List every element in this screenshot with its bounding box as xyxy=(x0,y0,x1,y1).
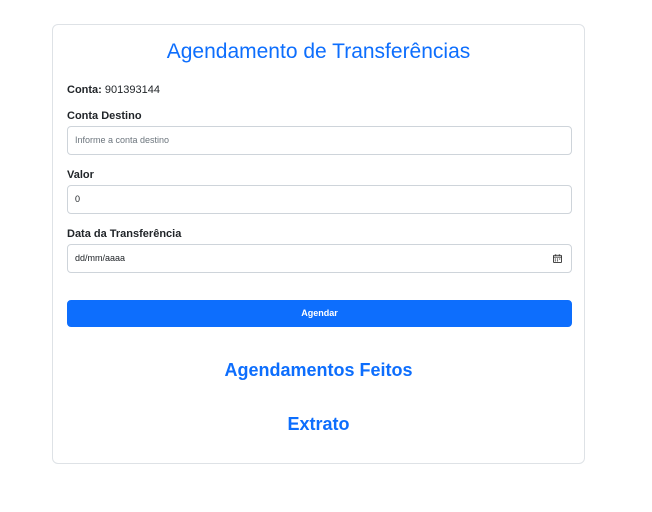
statement-heading: Extrato xyxy=(287,414,350,434)
account-number: 901393144 xyxy=(104,84,160,96)
destination-account-label: Conta Destino xyxy=(67,110,142,122)
destination-account-input[interactable]: Informe a conta destino xyxy=(67,126,572,155)
transfer-date-label: Data da Transferência xyxy=(67,228,182,240)
amount-label: Valor xyxy=(67,169,94,181)
account-info: Conta: 901393144 xyxy=(67,83,160,97)
account-label: Conta: xyxy=(67,84,102,96)
calendar-icon[interactable] xyxy=(553,254,562,263)
transfer-date-input[interactable]: dd/mm/aaaa xyxy=(67,244,572,273)
scheduled-transfers-heading: Agendamentos Feitos xyxy=(224,360,413,380)
schedule-button[interactable]: Agendar xyxy=(67,300,572,327)
transfer-card: Agendamento de Transferências Conta: 901… xyxy=(52,24,585,464)
transfer-date-placeholder: dd/mm/aaaa xyxy=(75,253,126,263)
page-title: Agendamento de Transferências xyxy=(166,40,471,63)
amount-input[interactable]: 0 xyxy=(67,185,572,214)
